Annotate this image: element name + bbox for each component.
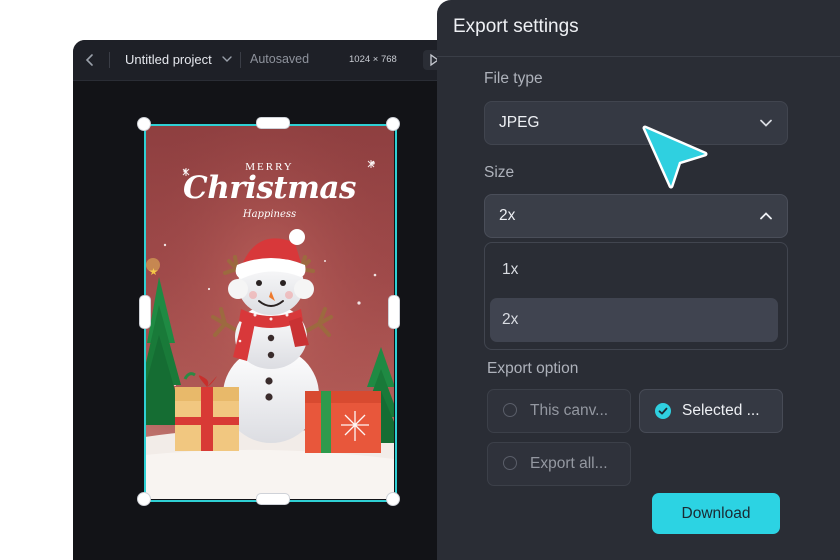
toolbar-divider	[240, 52, 241, 68]
resize-handle-bottom[interactable]	[256, 493, 290, 505]
size-value: 2x	[499, 207, 516, 224]
export-settings-panel: Export settings File type JPEG Size 2x 1…	[437, 0, 840, 560]
export-option-label: Export option	[487, 360, 579, 377]
resize-handle-top-left[interactable]	[137, 117, 151, 131]
size-select[interactable]: 2x	[484, 194, 788, 238]
size-label: Size	[484, 164, 515, 181]
project-title[interactable]: Untitled project	[125, 52, 212, 67]
export-option-text: This canv...	[530, 402, 609, 419]
editor-window: Untitled project Autosaved 1024 × 768 ME…	[73, 40, 493, 560]
editor-toolbar: Untitled project Autosaved 1024 × 768	[73, 40, 493, 81]
export-option-text: Export all...	[530, 455, 608, 472]
radio-circle-icon	[503, 403, 517, 417]
canvas-size-label[interactable]: 1024 × 768	[349, 54, 397, 65]
download-button-label: Download	[681, 505, 751, 522]
file-type-value: JPEG	[499, 114, 540, 131]
christmas-poster-image[interactable]: MERRY Christmas Happiness	[145, 125, 394, 499]
chevron-left-icon[interactable]	[81, 51, 99, 69]
poster-line-happiness: Happiness	[242, 209, 297, 220]
size-option-label: 2x	[502, 311, 519, 328]
size-option-label: 1x	[502, 261, 519, 278]
panel-divider	[437, 56, 840, 57]
resize-handle-bottom-left[interactable]	[137, 492, 151, 506]
size-dropdown-menu: 1x 2x	[484, 242, 788, 350]
size-option-2x[interactable]: 2x	[490, 298, 778, 342]
export-option-selected[interactable]: Selected ...	[639, 389, 783, 433]
check-circle-icon	[655, 403, 671, 419]
export-option-text: Selected ...	[682, 402, 760, 419]
export-option-this-canvas[interactable]: This canv...	[487, 389, 631, 433]
file-type-label: File type	[484, 70, 543, 87]
size-option-1x[interactable]: 1x	[490, 248, 778, 292]
panel-title: Export settings	[453, 16, 579, 37]
resize-handle-left[interactable]	[139, 295, 151, 329]
resize-handle-right[interactable]	[388, 295, 400, 329]
autosave-status: Autosaved	[250, 52, 310, 66]
chevron-up-icon	[760, 212, 772, 220]
resize-handle-top-right[interactable]	[386, 117, 400, 131]
pointer-cursor-icon	[642, 125, 708, 189]
radio-circle-icon	[503, 456, 517, 470]
export-option-export-all[interactable]: Export all...	[487, 442, 631, 486]
chevron-down-icon[interactable]	[220, 52, 234, 66]
resize-handle-bottom-right[interactable]	[386, 492, 400, 506]
resize-handle-top[interactable]	[256, 117, 290, 129]
file-type-select[interactable]: JPEG	[484, 101, 788, 145]
toolbar-divider	[109, 52, 110, 68]
download-button[interactable]: Download	[652, 493, 780, 534]
canvas-area[interactable]: MERRY Christmas Happiness	[73, 81, 493, 560]
chevron-down-icon	[760, 119, 772, 127]
poster-line-christmas: Christmas	[183, 170, 356, 206]
